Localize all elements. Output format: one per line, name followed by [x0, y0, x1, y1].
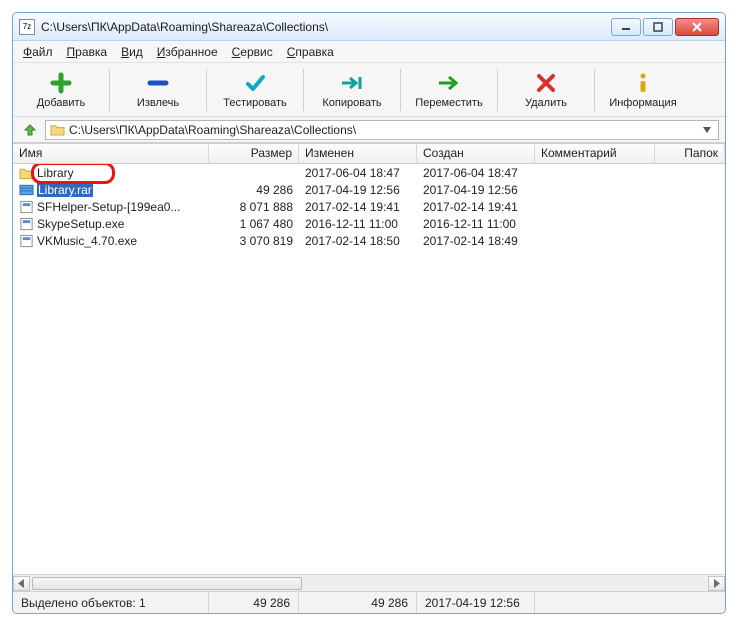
- address-bar: C:\Users\ПК\AppData\Roaming\Shareaza\Col…: [13, 117, 725, 143]
- menu-edit[interactable]: Правка: [67, 45, 108, 59]
- separator: [497, 69, 498, 111]
- separator: [594, 69, 595, 111]
- col-folders[interactable]: Папок: [655, 144, 725, 163]
- col-size[interactable]: Размер: [209, 144, 299, 163]
- window-title: C:\Users\ПК\AppData\Roaming\Shareaza\Col…: [41, 20, 611, 34]
- plus-icon: [49, 71, 73, 95]
- menu-help[interactable]: Справка: [287, 45, 334, 59]
- path-box[interactable]: C:\Users\ПК\AppData\Roaming\Shareaza\Col…: [45, 120, 719, 140]
- chevron-down-icon[interactable]: [700, 127, 714, 133]
- up-button[interactable]: [19, 120, 41, 140]
- list-item[interactable]: Library.rar49 2862017-04-19 12:562017-04…: [13, 181, 725, 198]
- status-spacer: [535, 592, 725, 613]
- menu-favorites[interactable]: Избранное: [157, 45, 218, 59]
- move-label: Переместить: [415, 97, 482, 109]
- menu-tools[interactable]: Сервис: [232, 45, 273, 59]
- menu-file[interactable]: Файл: [23, 45, 53, 59]
- list-item[interactable]: SkypeSetup.exe1 067 4802016-12-11 11:002…: [13, 215, 725, 232]
- folder-icon: [50, 123, 65, 136]
- info-label: Информация: [609, 97, 676, 109]
- status-size: 49 286: [209, 592, 299, 613]
- app-icon: 7z: [19, 19, 35, 35]
- menu-view[interactable]: Вид: [121, 45, 143, 59]
- minus-icon: [146, 71, 170, 95]
- list-item[interactable]: Library2017-06-04 18:472017-06-04 18:47: [13, 164, 725, 181]
- test-button[interactable]: Тестировать: [215, 66, 295, 114]
- scroll-right-icon[interactable]: [708, 576, 725, 591]
- copy-label: Копировать: [322, 97, 381, 109]
- minimize-button[interactable]: [611, 18, 641, 36]
- scroll-left-icon[interactable]: [13, 576, 30, 591]
- app-window: 7z C:\Users\ПК\AppData\Roaming\Shareaza\…: [12, 12, 726, 614]
- copy-arrow-icon: [340, 71, 364, 95]
- status-bar: Выделено объектов: 1 49 286 49 286 2017-…: [13, 591, 725, 613]
- close-button[interactable]: [675, 18, 719, 36]
- title-bar[interactable]: 7z C:\Users\ПК\AppData\Roaming\Shareaza\…: [13, 13, 725, 41]
- x-icon: [534, 71, 558, 95]
- menu-bar: Файл Правка Вид Избранное Сервис Справка: [13, 41, 725, 63]
- file-list: Имя Размер Изменен Создан Комментарий Па…: [13, 143, 725, 591]
- h-scrollbar[interactable]: [13, 574, 725, 591]
- add-button[interactable]: Добавить: [21, 66, 101, 114]
- separator: [303, 69, 304, 111]
- delete-label: Удалить: [525, 97, 567, 109]
- list-body[interactable]: Library2017-06-04 18:472017-06-04 18:47L…: [13, 164, 725, 574]
- column-headers: Имя Размер Изменен Создан Комментарий Па…: [13, 144, 725, 164]
- status-size2: 49 286: [299, 592, 417, 613]
- scroll-track[interactable]: [31, 576, 707, 591]
- scroll-thumb[interactable]: [32, 577, 302, 590]
- info-icon: [631, 71, 655, 95]
- maximize-button[interactable]: [643, 18, 673, 36]
- col-modified[interactable]: Изменен: [299, 144, 417, 163]
- separator: [400, 69, 401, 111]
- delete-button[interactable]: Удалить: [506, 66, 586, 114]
- extract-label: Извлечь: [137, 97, 179, 109]
- add-label: Добавить: [37, 97, 86, 109]
- move-button[interactable]: Переместить: [409, 66, 489, 114]
- move-arrow-icon: [437, 71, 461, 95]
- path-text: C:\Users\ПК\AppData\Roaming\Shareaza\Col…: [69, 123, 696, 137]
- list-item[interactable]: SFHelper-Setup-[199ea0...8 071 8882017-0…: [13, 198, 725, 215]
- status-selected: Выделено объектов: 1: [13, 592, 209, 613]
- info-button[interactable]: Информация: [603, 66, 683, 114]
- separator: [109, 69, 110, 111]
- status-date: 2017-04-19 12:56: [417, 592, 535, 613]
- extract-button[interactable]: Извлечь: [118, 66, 198, 114]
- separator: [206, 69, 207, 111]
- col-name[interactable]: Имя: [13, 144, 209, 163]
- test-label: Тестировать: [223, 97, 287, 109]
- list-item[interactable]: VKMusic_4.70.exe3 070 8192017-02-14 18:5…: [13, 232, 725, 249]
- check-icon: [243, 71, 267, 95]
- copy-button[interactable]: Копировать: [312, 66, 392, 114]
- toolbar: Добавить Извлечь Тестировать Копировать …: [13, 63, 725, 117]
- col-comment[interactable]: Комментарий: [535, 144, 655, 163]
- col-created[interactable]: Создан: [417, 144, 535, 163]
